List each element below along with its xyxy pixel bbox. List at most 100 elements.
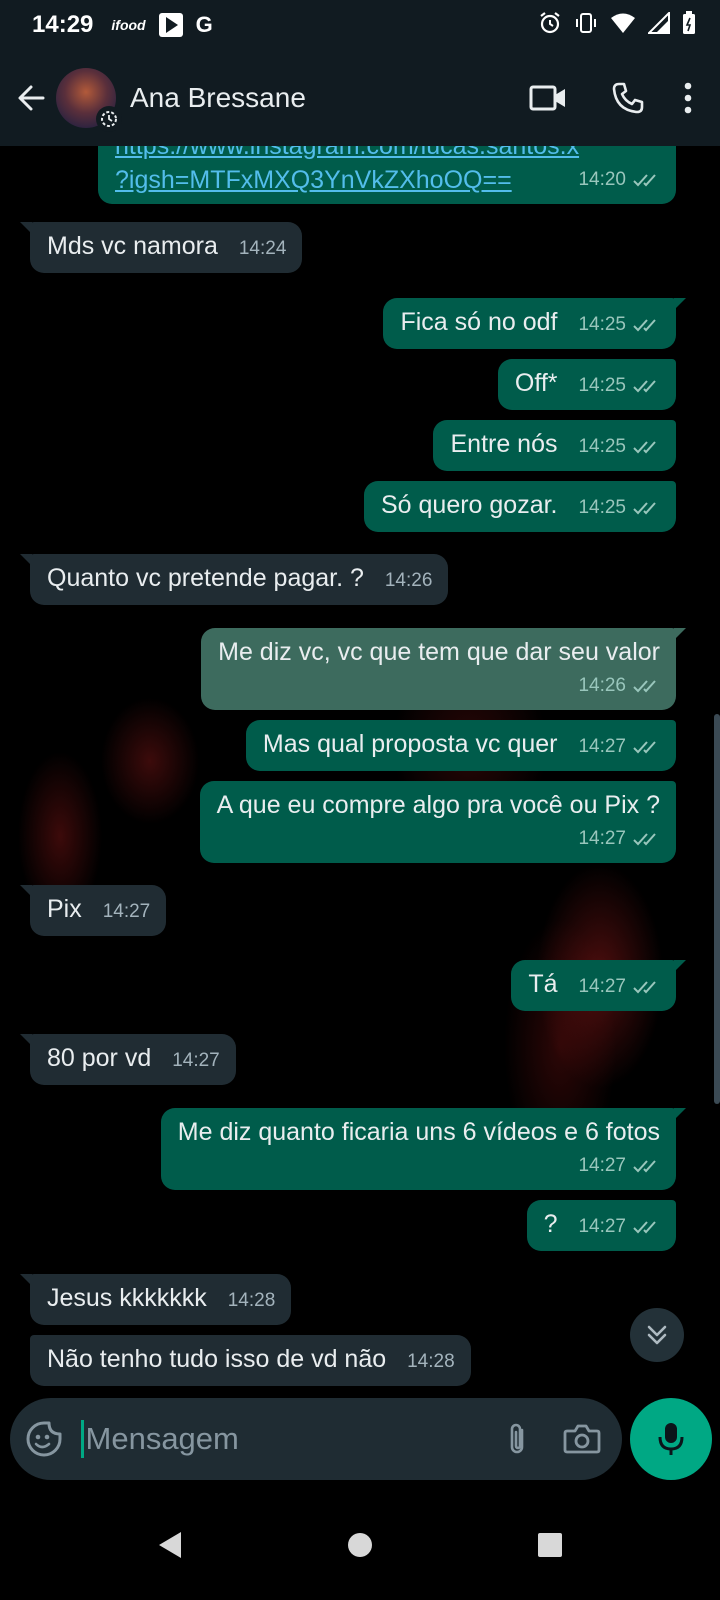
- message-time: 14:27: [578, 976, 626, 997]
- message-link[interactable]: https://www.instagram.com/lucas.santos.x: [115, 146, 660, 162]
- read-ticks-icon: [632, 500, 660, 516]
- message-meta: 14:25: [578, 492, 660, 524]
- status-ring-icon: [96, 106, 122, 132]
- message-input[interactable]: [85, 1409, 485, 1469]
- message-incoming[interactable]: Não tenho tudo isso de vd não 14:28: [30, 1335, 471, 1386]
- nav-recents-button[interactable]: [520, 1515, 580, 1575]
- message-meta: 14:25: [578, 309, 660, 341]
- voice-message-button[interactable]: [630, 1398, 712, 1480]
- bubble-tail: [674, 960, 686, 972]
- emoji-sticker-icon: [26, 1421, 62, 1457]
- message-time: 14:26: [384, 570, 433, 591]
- double-chevron-down-icon: [647, 1325, 667, 1345]
- read-ticks-icon: [632, 378, 660, 394]
- message-text: Não tenho tudo isso de vd não: [47, 1345, 387, 1373]
- message-meta: 14:27: [578, 731, 660, 763]
- back-button[interactable]: [6, 68, 56, 128]
- bubble-tail: [20, 1034, 32, 1046]
- bubble-tail: [674, 298, 686, 310]
- message-time: 14:25: [578, 497, 626, 518]
- message-outgoing[interactable]: Me diz quanto ficaria uns 6 vídeos e 6 f…: [160, 1108, 686, 1190]
- message-outgoing[interactable]: A que eu compre algo pra você ou Pix ? 1…: [199, 781, 676, 863]
- back-triangle-icon: [159, 1532, 181, 1558]
- read-ticks-icon: [632, 739, 660, 755]
- message-text: Tá: [528, 970, 558, 998]
- camera-button[interactable]: [549, 1404, 614, 1474]
- message-meta: 14:20: [578, 164, 660, 196]
- message-time: 14:27: [578, 1155, 626, 1176]
- bubble-tail: [20, 222, 32, 234]
- message-outgoing[interactable]: Tá 14:27: [511, 960, 686, 1011]
- nav-home-button[interactable]: [330, 1515, 390, 1575]
- message-link[interactable]: ?igsh=MTFxMXQ3YnVkZXhoOQ==: [115, 164, 512, 196]
- message-outgoing[interactable]: Off* 14:25: [497, 359, 676, 410]
- compose-bar: [10, 1398, 622, 1480]
- signal-icon: [646, 10, 670, 39]
- message-outgoing[interactable]: Só quero gozar. 14:25: [363, 481, 676, 532]
- message-text: Entre nós: [450, 430, 558, 458]
- google-icon: G: [195, 12, 213, 37]
- scrollbar[interactable]: [714, 714, 720, 1104]
- message-time: 14:27: [578, 828, 626, 849]
- status-bar: 14:29 ifood G: [0, 0, 720, 50]
- message-meta: 14:27: [172, 1045, 220, 1077]
- message-incoming[interactable]: Quanto vc pretende pagar. ? 14:26: [20, 554, 449, 605]
- message-outgoing[interactable]: Fica só no odf 14:25: [383, 298, 686, 349]
- message-incoming[interactable]: 80 por vd 14:27: [20, 1034, 236, 1085]
- back-arrow-icon: [18, 85, 45, 111]
- read-ticks-icon: [632, 979, 660, 995]
- message-time: 14:20: [578, 169, 626, 190]
- scroll-to-bottom-button[interactable]: [630, 1308, 684, 1362]
- bubble-tail: [674, 628, 686, 640]
- recents-square-icon: [538, 1533, 562, 1557]
- notification-icons: ifood G: [111, 12, 213, 38]
- message-meta: 14:24: [239, 233, 287, 265]
- message-meta: 14:25: [578, 431, 660, 463]
- message-time: 14:26: [578, 675, 626, 696]
- message-meta: 14:27: [103, 896, 151, 928]
- message-text: Jesus kkkkkkk: [47, 1284, 207, 1312]
- message-text: Me diz vc, vc que tem que dar seu valor: [218, 638, 660, 666]
- read-ticks-icon: [632, 317, 660, 333]
- message-text: 80 por vd: [47, 1044, 152, 1072]
- attach-button[interactable]: [485, 1404, 550, 1474]
- message-meta: 14:27: [217, 823, 660, 855]
- message-text: Mas qual proposta vc quer: [262, 730, 558, 758]
- message-list[interactable]: https://www.instagram.com/lucas.santos.x…: [0, 146, 720, 1400]
- vibrate-icon: [574, 11, 598, 40]
- message-time: 14:25: [578, 314, 626, 335]
- message-outgoing[interactable]: Mas qual proposta vc quer 14:27: [245, 720, 676, 771]
- message-incoming[interactable]: Mds vc namora 14:24: [20, 222, 303, 273]
- message-meta: 14:25: [578, 370, 660, 402]
- message-outgoing[interactable]: Me diz vc, vc que tem que dar seu valor …: [201, 628, 686, 710]
- emoji-button[interactable]: [12, 1404, 77, 1474]
- video-call-button[interactable]: [508, 68, 588, 128]
- message-time: 14:28: [407, 1351, 455, 1372]
- message-text: Pix: [47, 895, 82, 923]
- read-ticks-icon: [632, 678, 660, 694]
- message-meta: 14:28: [228, 1285, 276, 1317]
- message-meta: 14:26: [218, 670, 660, 702]
- battery-icon: [682, 10, 696, 40]
- header-actions: [508, 68, 708, 128]
- bubble-tail: [20, 1274, 32, 1286]
- contact-avatar[interactable]: [56, 68, 122, 132]
- chat-header: Ana Bressane: [0, 50, 720, 146]
- message-outgoing[interactable]: https://www.instagram.com/lucas.santos.x…: [98, 146, 676, 204]
- message-outgoing[interactable]: Entre nós 14:25: [433, 420, 676, 471]
- message-outgoing[interactable]: ? 14:27: [526, 1200, 676, 1251]
- voice-call-button[interactable]: [588, 68, 668, 128]
- read-ticks-icon: [632, 831, 660, 847]
- phone-call-icon: [612, 82, 644, 114]
- home-circle-icon: [348, 1533, 372, 1557]
- message-meta: 14:27: [578, 1211, 660, 1243]
- system-icons: [538, 10, 696, 40]
- message-incoming[interactable]: Jesus kkkkkkk 14:28: [20, 1274, 292, 1325]
- message-incoming[interactable]: Pix 14:27: [20, 885, 167, 936]
- contact-name[interactable]: Ana Bressane: [130, 82, 306, 114]
- message-meta: 14:27: [178, 1150, 660, 1182]
- more-options-button[interactable]: [668, 68, 708, 128]
- alarm-icon: [538, 11, 562, 40]
- nav-back-button[interactable]: [140, 1515, 200, 1575]
- message-text: Mds vc namora: [47, 232, 218, 260]
